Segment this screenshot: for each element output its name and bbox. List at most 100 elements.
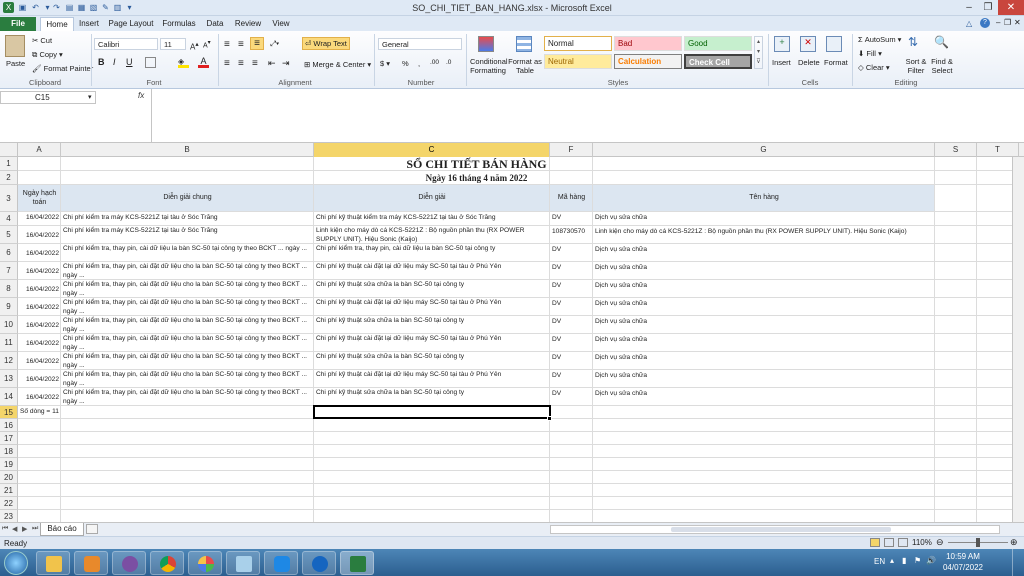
style-check-cell[interactable]: Check Cell: [684, 54, 752, 69]
copy-button[interactable]: ⧉ Copy ▾: [32, 50, 63, 60]
tray-arrow-icon[interactable]: ▴: [890, 556, 894, 565]
delete-button[interactable]: Delete: [798, 58, 820, 67]
table-cell-f[interactable]: DV: [550, 262, 593, 280]
selected-cell-c15[interactable]: [313, 405, 551, 419]
row-header[interactable]: 5: [0, 226, 18, 244]
percent-icon[interactable]: %: [402, 59, 409, 68]
table-cell-g[interactable]: Dịch vụ sửa chữa: [593, 388, 935, 406]
header-cell-c[interactable]: Diễn giải: [314, 185, 550, 212]
table-cell-g[interactable]: Dịch vụ sửa chữa: [593, 298, 935, 316]
style-bad[interactable]: Bad: [614, 36, 682, 51]
format-cells-icon[interactable]: [826, 36, 842, 52]
table-cell-c[interactable]: Chi phí kỹ thuật cài đặt lại dữ liệu máy…: [314, 334, 550, 352]
table-cell-f[interactable]: 108730570: [550, 226, 593, 244]
name-box-dropdown-icon[interactable]: ▾: [88, 93, 92, 101]
merge-center-button[interactable]: ⊞ Merge & Center ▾: [304, 60, 371, 69]
table-cell-g[interactable]: Dịch vụ sửa chữa: [593, 262, 935, 280]
row-header[interactable]: 3: [0, 185, 18, 212]
column-header-b[interactable]: B: [61, 143, 314, 157]
horizontal-scrollbar[interactable]: [550, 525, 1000, 534]
format-button[interactable]: Format: [824, 58, 848, 67]
table-cell-a[interactable]: 16/04/2022: [18, 370, 61, 388]
table-cell-b[interactable]: Chi phí kiểm tra, thay pin, cài đặt dữ l…: [61, 298, 314, 316]
increase-indent-icon[interactable]: ⇥: [282, 58, 290, 69]
insert-button[interactable]: Insert: [772, 58, 791, 67]
worksheet-grid[interactable]: 1 2 3 4 5 6 7 8 9 10 11 12 13 14 15 16 17 18 19 20 21 22 23 SỔ …: [0, 157, 1024, 523]
table-cell-g[interactable]: Dịch vụ sửa chữa: [593, 212, 935, 226]
table-cell-f[interactable]: DV: [550, 352, 593, 370]
taskbar-app-5[interactable]: [188, 551, 222, 575]
table-cell-a[interactable]: 16/04/2022: [18, 280, 61, 298]
autosum-button[interactable]: Σ AutoSum ▾: [858, 35, 901, 44]
find-select-button[interactable]: Find & Select: [930, 57, 954, 75]
zoom-level[interactable]: 110%: [912, 538, 932, 547]
fill-button[interactable]: ⬇ Fill ▾: [858, 49, 882, 58]
font-size-select[interactable]: 11: [160, 38, 186, 50]
column-header-t[interactable]: T: [977, 143, 1019, 157]
underline-icon[interactable]: U: [126, 57, 133, 67]
taskbar-notepad[interactable]: [226, 551, 260, 575]
row-header[interactable]: 4: [0, 212, 18, 226]
table-cell-b[interactable]: Chi phí kiểm tra, thay pin, cài đặt dữ l…: [61, 370, 314, 388]
taskbar-teamviewer[interactable]: [302, 551, 336, 575]
orientation-icon[interactable]: ⤢▾: [270, 39, 279, 49]
zoom-slider-thumb[interactable]: [976, 538, 980, 547]
row-header[interactable]: 19: [0, 458, 18, 471]
close-icon[interactable]: ✕: [998, 0, 1024, 15]
table-cell-c[interactable]: Linh kiện cho máy dò cá KCS-5221Z : Bộ n…: [314, 226, 550, 244]
table-cell-c[interactable]: Chi phí kỹ thuật sửa chữa la bàn SC-50 t…: [314, 280, 550, 298]
taskbar-viber[interactable]: [112, 551, 146, 575]
table-cell-a[interactable]: 16/04/2022: [18, 226, 61, 244]
workbook-close-icon[interactable]: ✕: [1014, 18, 1021, 27]
row-header[interactable]: 2: [0, 171, 18, 185]
table-cell-a[interactable]: 16/04/2022: [18, 352, 61, 370]
tab-home[interactable]: Home: [40, 17, 74, 31]
style-neutral[interactable]: Neutral: [544, 54, 612, 69]
style-calculation[interactable]: Calculation: [614, 54, 682, 69]
table-cell-a[interactable]: 16/04/2022: [18, 334, 61, 352]
tab-data[interactable]: Data: [202, 17, 228, 31]
row-header[interactable]: 9: [0, 298, 18, 316]
align-right-icon[interactable]: ≡: [252, 58, 258, 69]
table-cell-a[interactable]: 16/04/2022: [18, 244, 61, 262]
tab-file[interactable]: File: [0, 17, 36, 31]
table-cell-b[interactable]: Chi phí kiểm tra, thay pin, cài đặt dữ l…: [61, 316, 314, 334]
sort-filter-button[interactable]: Sort & Filter: [904, 57, 928, 75]
table-cell-f[interactable]: DV: [550, 334, 593, 352]
font-name-select[interactable]: Calibri: [94, 38, 158, 50]
tab-review[interactable]: Review: [232, 17, 264, 31]
fill-color-icon[interactable]: ◈: [178, 57, 189, 68]
table-cell-b[interactable]: Chi phí kiểm tra máy KCS-5221Z tại tàu ở…: [61, 226, 314, 244]
table-cell-f[interactable]: DV: [550, 388, 593, 406]
help-icon[interactable]: ?: [980, 18, 990, 28]
select-all-corner[interactable]: [0, 143, 18, 157]
table-cell-g[interactable]: Dịch vụ sửa chữa: [593, 280, 935, 298]
table-cell-a[interactable]: 16/04/2022: [18, 316, 61, 334]
normal-view-icon[interactable]: [870, 538, 880, 547]
network-icon[interactable]: ▮: [902, 556, 906, 565]
table-cell-b[interactable]: Chi phí kiểm tra, thay pin, cài dữ liệu …: [61, 244, 314, 262]
style-good[interactable]: Good: [684, 36, 752, 51]
table-cell-g[interactable]: Dịch vụ sửa chữa: [593, 352, 935, 370]
fill-handle[interactable]: [547, 416, 552, 421]
start-button-icon[interactable]: [4, 551, 28, 575]
row-header[interactable]: 12: [0, 352, 18, 370]
tab-view[interactable]: View: [268, 17, 294, 31]
table-cell-g[interactable]: Linh kiện cho máy dò cá KCS-5221Z : Bộ n…: [593, 226, 935, 244]
taskbar-outlook[interactable]: [74, 551, 108, 575]
font-color-icon[interactable]: A: [198, 56, 209, 68]
table-cell-c[interactable]: Chi phí kỹ thuật sửa chữa la bàn SC-50 t…: [314, 388, 550, 406]
page-layout-view-icon[interactable]: [884, 538, 894, 547]
align-middle-icon[interactable]: ≡: [238, 39, 244, 50]
sheet-nav-prev-icon[interactable]: ◀: [12, 525, 17, 533]
table-cell-b[interactable]: Chi phí kiểm tra, thay pin, cài đặt dữ l…: [61, 352, 314, 370]
minimize-icon[interactable]: –: [960, 0, 978, 15]
column-header-f[interactable]: F: [550, 143, 593, 157]
comma-style-icon[interactable]: ,: [418, 59, 420, 68]
align-left-icon[interactable]: ≡: [224, 58, 230, 69]
workbook-restore-icon[interactable]: ❐: [1004, 18, 1011, 27]
language-indicator[interactable]: EN: [874, 557, 885, 566]
table-cell-a[interactable]: 16/04/2022: [18, 262, 61, 280]
column-header-a[interactable]: A: [18, 143, 61, 157]
tab-insert[interactable]: Insert: [76, 17, 102, 31]
